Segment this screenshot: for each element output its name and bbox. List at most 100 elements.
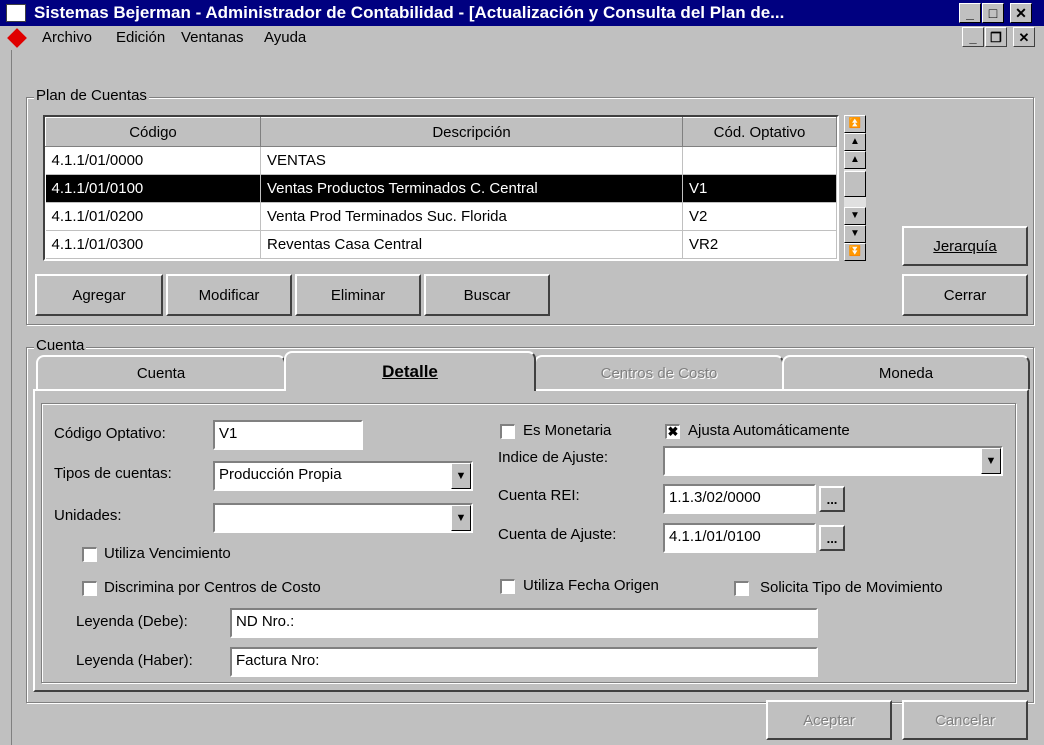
codigo-optativo-field[interactable]: V1 (213, 420, 363, 450)
cell-descripcion[interactable]: Reventas Casa Central (260, 230, 683, 259)
cuenta-rei-label: Cuenta REI: (498, 487, 580, 504)
leyenda-debe-field[interactable]: ND Nro.: (230, 608, 818, 638)
cerrar-button[interactable]: Cerrar (902, 274, 1028, 316)
modificar-label: Modificar (198, 286, 260, 304)
chevron-down-icon[interactable]: ▼ (981, 448, 1001, 474)
menu-ventanas[interactable]: Ventanas (181, 29, 244, 46)
tab-centros-de-costo[interactable]: Centros de Costo (534, 355, 784, 389)
tab-cuenta-label: Cuenta (136, 364, 186, 382)
ajusta-automaticamente-checkbox[interactable]: ✖ (665, 424, 680, 439)
cell-optativo[interactable]: VR2 (682, 230, 837, 259)
tab-detalle[interactable]: Detalle (284, 351, 536, 391)
plan-de-cuentas-label: Plan de Cuentas (34, 87, 149, 104)
diamond-icon[interactable] (7, 28, 27, 48)
mdi-minimize-button[interactable]: _ (962, 27, 984, 47)
title-bar[interactable]: Sistemas Bejerman - Administrador de Con… (0, 0, 1044, 26)
indice-de-ajuste-label: Indice de Ajuste: (498, 449, 609, 466)
scroll-thumb[interactable] (844, 171, 866, 197)
window-title: Sistemas Bejerman - Administrador de Con… (34, 3, 785, 22)
es-monetaria-checkbox[interactable] (500, 424, 515, 439)
cell-codigo[interactable]: 4.1.1/01/0100 (45, 174, 261, 203)
utiliza-fecha-origen-label[interactable]: Utiliza Fecha Origen (523, 577, 659, 594)
column-header-descripcion[interactable]: Descripción (260, 117, 683, 147)
codigo-optativo-label: Código Optativo: (54, 425, 166, 442)
minimize-button[interactable]: _ (959, 3, 981, 23)
menu-archivo[interactable]: Archivo (42, 29, 92, 46)
scroll-last-icon[interactable]: ⏬ (844, 243, 866, 261)
cuenta-de-ajuste-label: Cuenta de Ajuste: (498, 526, 617, 543)
eliminar-button[interactable]: Eliminar (295, 274, 421, 316)
menu-edicion[interactable]: Edición (116, 29, 165, 46)
chevron-down-icon[interactable]: ▼ (451, 505, 471, 531)
tipos-de-cuentas-select[interactable]: Producción Propia ▼ (213, 461, 473, 491)
leyenda-haber-field[interactable]: Factura Nro: (230, 647, 818, 677)
jerarquia-label: Jerarquía (933, 237, 997, 255)
accounts-grid[interactable]: Código Descripción Cód. Optativo 4.1.1/0… (43, 115, 839, 261)
table-row[interactable]: 4.1.1/01/0200 Venta Prod Terminados Suc.… (45, 202, 837, 231)
scroll-down-icon[interactable]: ▼ (844, 207, 866, 225)
maximize-button[interactable]: □ (982, 3, 1004, 23)
chevron-down-icon[interactable]: ▼ (451, 463, 471, 489)
table-row-selected[interactable]: 4.1.1/01/0100 Ventas Productos Terminado… (45, 174, 837, 203)
cuenta-rei-field[interactable]: 1.1.3/02/0000 (663, 484, 816, 514)
utiliza-fecha-origen-checkbox[interactable] (500, 579, 515, 594)
mdi-restore-button[interactable]: ❐ (985, 27, 1007, 47)
cuenta-de-ajuste-lookup-button[interactable]: ... (819, 525, 845, 551)
aceptar-button[interactable]: Aceptar (766, 700, 892, 740)
leyenda-haber-label: Leyenda (Haber): (76, 652, 193, 669)
cell-optativo[interactable]: V1 (682, 174, 837, 203)
cuenta-de-ajuste-field[interactable]: 4.1.1/01/0100 (663, 523, 816, 553)
close-button[interactable]: ✕ (1010, 3, 1032, 23)
scroll-page-up-icon[interactable]: ▲ (844, 133, 866, 151)
cell-codigo[interactable]: 4.1.1/01/0000 (45, 146, 261, 175)
grid-header-row: Código Descripción Cód. Optativo (45, 117, 837, 147)
scroll-first-icon[interactable]: ⏫ (844, 115, 866, 133)
cell-optativo[interactable]: V2 (682, 202, 837, 231)
tab-moneda-label: Moneda (878, 364, 934, 382)
cancelar-label: Cancelar (934, 711, 996, 729)
solicita-tipo-movimiento-label[interactable]: Solicita Tipo de Movimiento (760, 579, 943, 596)
modificar-button[interactable]: Modificar (166, 274, 292, 316)
unidades-select[interactable]: ▼ (213, 503, 473, 533)
cancelar-button[interactable]: Cancelar (902, 700, 1028, 740)
aceptar-label: Aceptar (803, 711, 855, 729)
utiliza-vencimiento-label[interactable]: Utiliza Vencimiento (104, 545, 231, 562)
es-monetaria-label[interactable]: Es Monetaria (523, 422, 611, 439)
menu-ayuda[interactable]: Ayuda (264, 29, 306, 46)
column-header-codigo[interactable]: Código (45, 117, 261, 147)
mdi-close-button[interactable]: ✕ (1013, 27, 1035, 47)
discrimina-centros-checkbox[interactable] (82, 581, 97, 596)
cuenta-rei-lookup-button[interactable]: ... (819, 486, 845, 512)
scroll-page-down-icon[interactable]: ▼ (844, 225, 866, 243)
table-row[interactable]: 4.1.1/01/0300 Reventas Casa Central VR2 (45, 230, 837, 259)
jerarquia-button[interactable]: Jerarquía (902, 226, 1028, 266)
cell-descripcion[interactable]: Venta Prod Terminados Suc. Florida (260, 202, 683, 231)
cuenta-group-label: Cuenta (34, 337, 87, 354)
cell-codigo[interactable]: 4.1.1/01/0200 (45, 202, 261, 231)
cell-codigo[interactable]: 4.1.1/01/0300 (45, 230, 261, 259)
discrimina-centros-label[interactable]: Discrimina por Centros de Costo (104, 579, 321, 596)
solicita-tipo-movimiento-checkbox[interactable] (734, 581, 749, 596)
grid-vertical-scrollbar[interactable]: ⏫ ▲ ▲ ▼ ▼ ⏬ (844, 115, 866, 261)
utiliza-vencimiento-checkbox[interactable] (82, 547, 97, 562)
unidades-label: Unidades: (54, 507, 122, 524)
tab-moneda[interactable]: Moneda (782, 355, 1030, 389)
mdi-frame-edge (0, 50, 12, 745)
indice-de-ajuste-select[interactable]: ▼ (663, 446, 1003, 476)
agregar-button[interactable]: Agregar (35, 274, 163, 316)
ajusta-automaticamente-label[interactable]: Ajusta Automáticamente (688, 422, 850, 439)
menu-bar: Archivo Edición Ventanas Ayuda _ ❐ ✕ (0, 26, 1044, 50)
column-header-optativo[interactable]: Cód. Optativo (682, 117, 837, 147)
tab-cuenta[interactable]: Cuenta (36, 355, 286, 389)
tipos-de-cuentas-value: Producción Propia (219, 466, 342, 483)
buscar-button[interactable]: Buscar (424, 274, 550, 316)
cell-descripcion[interactable]: VENTAS (260, 146, 683, 175)
cell-descripcion[interactable]: Ventas Productos Terminados C. Central (260, 174, 683, 203)
tipos-de-cuentas-label: Tipos de cuentas: (54, 465, 172, 482)
scroll-up-icon[interactable]: ▲ (844, 151, 866, 169)
tab-centros-label: Centros de Costo (600, 364, 718, 382)
app-window-icon[interactable] (6, 4, 26, 22)
cell-optativo[interactable] (682, 146, 837, 175)
table-row[interactable]: 4.1.1/01/0000 VENTAS (45, 146, 837, 175)
cerrar-label: Cerrar (943, 286, 987, 304)
